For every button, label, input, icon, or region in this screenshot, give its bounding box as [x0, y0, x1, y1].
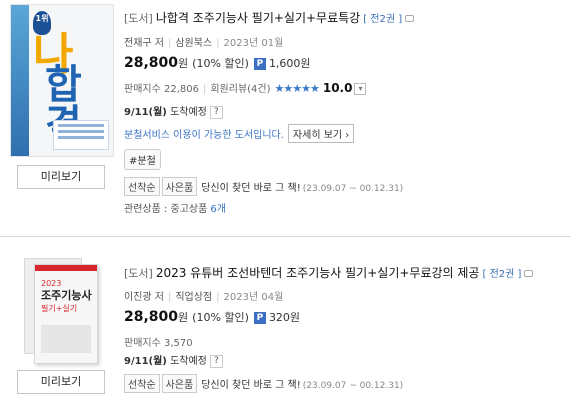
- delivery-label: 도착예정: [170, 107, 207, 118]
- publish-date: 2023년 01월: [223, 38, 284, 49]
- book-cover[interactable]: 1위 나 합격: [10, 4, 114, 157]
- book-title-link[interactable]: 나합격 조주기능사 필기+실기+무료특강: [156, 11, 360, 25]
- author-link[interactable]: 이진광 저: [124, 292, 164, 303]
- stats-line: 판매지수 3,570: [124, 334, 193, 349]
- rating-score: 10.0: [322, 81, 353, 95]
- rating-stars: ★★★★★: [274, 82, 320, 95]
- chip-first-come: 선착순: [124, 177, 160, 196]
- author-link[interactable]: 전재구 저: [124, 38, 164, 49]
- points-value: 1,600원: [268, 57, 311, 70]
- review-link[interactable]: 회원리뷰(4건): [210, 84, 270, 95]
- related-line: 관련상품 : 중고상품 6개: [124, 200, 226, 215]
- delivery-line: 9/11(월) 도착예정?: [124, 103, 223, 119]
- title-line: [도서] 나합격 조주기능사 필기+실기+무료특강[ 전2권 ]: [124, 9, 415, 26]
- chevron-right-icon: ›: [345, 130, 350, 141]
- tag-chip[interactable]: #분철: [124, 149, 161, 170]
- comment-icon[interactable]: [524, 270, 534, 277]
- book-cover[interactable]: 2023 조주기능사 필기+실기: [10, 258, 114, 368]
- delivery-label: 도착예정: [170, 356, 207, 367]
- currency-label: 원: [178, 311, 189, 324]
- stats-line: 판매지수 22,806 | 회원리뷰(4건) ★★★★★ 10.0 ▾: [124, 80, 367, 95]
- point-icon: P: [253, 58, 266, 70]
- preview-button[interactable]: 미리보기: [17, 370, 105, 394]
- cover-art: 2023 조주기능사 필기+실기: [34, 264, 98, 364]
- split-service-line: 분철서비스 이용이 가능한 도서입니다. 자세히 보기 ›: [124, 124, 355, 143]
- discount-label: (10% 할인): [192, 57, 249, 70]
- sales-index: 판매지수 22,806: [124, 84, 199, 95]
- promo-line: 선착순 사은품 당신이 찾던 바로 그 책! (23.09.07 ~ 00.12.31…: [124, 177, 403, 196]
- price-line: 28,800원 (10% 할인) P 1,600원: [124, 55, 311, 71]
- meta-line: 이진광 저 | 직업상점 | 2023년 04월: [124, 292, 284, 303]
- chip-gift: 사은품: [161, 374, 198, 393]
- delivery-date: 9/11(월): [124, 107, 167, 118]
- chevron-down-icon[interactable]: ▾: [354, 83, 367, 95]
- cover-banner: [53, 120, 109, 150]
- publisher-link[interactable]: 직업상점: [175, 292, 212, 303]
- edition-label: [ 전2권 ]: [482, 269, 522, 280]
- promo-date: (23.09.07 ~ 00.12.31): [302, 381, 404, 391]
- chip-first-come: 선착순: [124, 374, 160, 393]
- preview-button[interactable]: 미리보기: [17, 165, 105, 189]
- edition-label: [ 전2권 ]: [363, 14, 403, 25]
- delivery-line: 9/11(월) 도착예정?: [124, 352, 223, 368]
- book-item: 1위 나 합격 미리보기 [도서]나합격 조주기능사 필기+실기+무료특강[ 전…: [0, 0, 571, 232]
- price-value: 28,800: [124, 55, 179, 71]
- promo-text[interactable]: 당신이 찾던 바로 그 책!: [201, 380, 301, 391]
- promo-text[interactable]: 당신이 찾던 바로 그 책!: [201, 183, 301, 194]
- cover-stripe: [35, 265, 97, 271]
- promo-line: 선착순 사은품 당신이 찾던 바로 그 책! (23.09.07 ~ 00.12.31…: [124, 374, 403, 393]
- promo-date: (23.09.07 ~ 00.12.31): [302, 184, 404, 194]
- title-line: [도서] 2023 유튜버 조선바텐더 조주기능사 필기+실기+무료강의 제공[ …: [124, 264, 534, 281]
- related-label: 관련상품 : 중고상품: [124, 204, 208, 215]
- book-item: 2023 조주기능사 필기+실기 미리보기 [도서] 2023 유튜버 조선바텐더…: [0, 248, 571, 418]
- delivery-date: 9/11(월): [124, 356, 167, 367]
- cover-spine: [11, 5, 29, 156]
- related-count-link[interactable]: 6개: [210, 204, 226, 215]
- meta-line: 전재구 저 | 삼원북스 | 2023년 01월: [124, 38, 284, 49]
- category-label: [도서]: [124, 12, 153, 25]
- tag-line: #분철: [124, 149, 161, 170]
- cover-block: [41, 325, 91, 353]
- points-value: 320원: [268, 311, 301, 324]
- price-value: 28,800: [124, 309, 179, 325]
- publish-date: 2023년 04월: [223, 292, 284, 303]
- cover-art: 1위 나 합격: [11, 5, 113, 156]
- help-icon[interactable]: ?: [209, 354, 223, 368]
- sales-index: 판매지수 3,570: [124, 338, 193, 349]
- item-divider: [0, 236, 571, 237]
- category-label: [도서]: [124, 267, 153, 280]
- cover-year: 2023: [41, 279, 62, 288]
- split-service-text: 분철서비스 이용이 가능한 도서입니다.: [124, 130, 284, 141]
- discount-label: (10% 할인): [192, 311, 249, 324]
- cover-title: 조주기능사: [41, 289, 92, 302]
- price-line: 28,800원 (10% 할인) P 320원: [124, 309, 300, 325]
- book-title-link[interactable]: 2023 유튜버 조선바텐더 조주기능사 필기+실기+무료강의 제공: [156, 266, 480, 280]
- detail-button[interactable]: 자세히 보기 ›: [287, 124, 355, 143]
- publisher-link[interactable]: 삼원북스: [175, 38, 212, 49]
- comment-icon[interactable]: [405, 15, 415, 22]
- cover-sub: 필기+실기: [41, 304, 78, 313]
- currency-label: 원: [178, 57, 189, 70]
- point-icon: P: [253, 312, 266, 324]
- help-icon[interactable]: ?: [209, 105, 223, 119]
- chip-gift: 사은품: [161, 177, 198, 196]
